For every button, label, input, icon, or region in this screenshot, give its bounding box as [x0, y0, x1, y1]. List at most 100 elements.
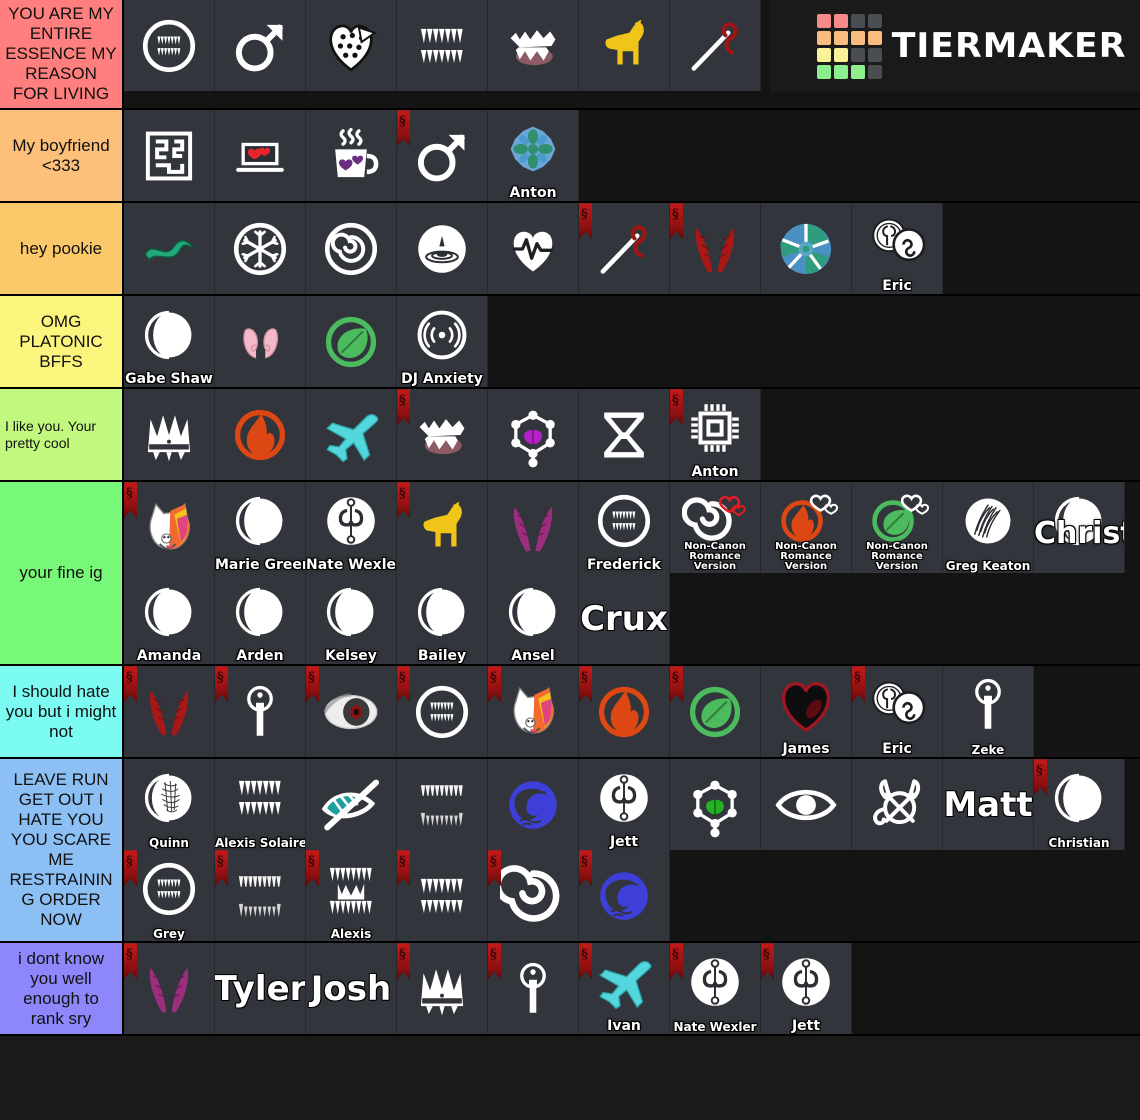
tier-item[interactable]	[124, 389, 215, 481]
tier-item[interactable]: Grey	[124, 850, 215, 942]
tier-item[interactable]: Eric	[852, 666, 943, 758]
tier-item[interactable]	[579, 389, 670, 481]
tier-item[interactable]: DJ Anxiety	[397, 296, 488, 388]
tier-item[interactable]: Bailey	[397, 573, 488, 665]
tier-item[interactable]: Alexis	[306, 850, 397, 942]
tier-list: YOU ARE MY ENTIRE ESSENCE MY REASON FOR …	[0, 0, 1140, 1037]
tier-item[interactable]: Ivan	[579, 943, 670, 1035]
tier-item[interactable]	[306, 296, 397, 388]
tier-item[interactable]	[124, 943, 215, 1035]
tier-item[interactable]	[397, 666, 488, 758]
maze-icon	[124, 110, 214, 201]
tier-item[interactable]: Nate Wexler	[670, 943, 761, 1035]
tier-item[interactable]	[215, 203, 306, 295]
tier-item[interactable]	[488, 389, 579, 481]
eye-icon	[761, 759, 851, 850]
tier-item[interactable]	[124, 110, 215, 202]
tier-item[interactable]	[579, 666, 670, 758]
tier-item[interactable]	[852, 759, 943, 851]
tier-item[interactable]: Non-Canon Romance Version	[852, 482, 943, 574]
tier-item[interactable]	[215, 110, 306, 202]
tier-label[interactable]: hey pookie	[0, 203, 124, 295]
tier-item[interactable]: Christian	[1034, 759, 1125, 851]
tier-item[interactable]: Eric	[852, 203, 943, 295]
tier-item[interactable]	[579, 203, 670, 295]
tier-item[interactable]	[306, 203, 397, 295]
tier-item[interactable]	[397, 0, 488, 91]
tier-item[interactable]	[124, 482, 215, 574]
tier-label[interactable]: OMG PLATONIC BFFS	[0, 296, 124, 388]
tier-item[interactable]: Quinn	[124, 759, 215, 851]
tier-item[interactable]	[397, 850, 488, 942]
tier-item[interactable]: Nate Wexler	[306, 482, 397, 574]
tier-item[interactable]	[306, 759, 397, 851]
tier-item[interactable]	[397, 110, 488, 202]
tier-item[interactable]	[124, 666, 215, 758]
tier-item[interactable]	[397, 389, 488, 481]
tier-item[interactable]	[306, 389, 397, 481]
tier-item[interactable]	[761, 759, 852, 851]
tier-item[interactable]: Kelsey	[306, 573, 397, 665]
tier-item[interactable]: Zeke	[943, 666, 1034, 758]
tier-item[interactable]	[579, 850, 670, 942]
tier-item[interactable]	[488, 482, 579, 574]
tier-item[interactable]	[397, 943, 488, 1035]
tier-item[interactable]	[488, 850, 579, 942]
tier-item[interactable]: Jett	[579, 759, 670, 851]
tier-label[interactable]: i dont know you well enough to rank sry	[0, 943, 124, 1035]
tier-item[interactable]: Alexis Solaire	[215, 759, 306, 851]
tier-item[interactable]	[670, 759, 761, 851]
tier-label[interactable]: I should hate you but i might not	[0, 666, 124, 758]
tier-item[interactable]: Anton	[488, 110, 579, 202]
tier-item[interactable]	[397, 759, 488, 851]
tier-item[interactable]	[306, 666, 397, 758]
tier-label[interactable]: I like you. Your pretty cool	[0, 389, 124, 481]
tier-item[interactable]	[306, 110, 397, 202]
tier-item[interactable]: Greg Keaton	[943, 482, 1034, 574]
tier-item[interactable]	[306, 0, 397, 91]
tier-item[interactable]: Frederick	[579, 482, 670, 574]
tier-item[interactable]	[488, 666, 579, 758]
tier-item[interactable]: Non-Canon Romance Version	[761, 482, 852, 574]
tier-item[interactable]: Anton	[670, 389, 761, 481]
tier-item[interactable]	[670, 203, 761, 295]
tier-item[interactable]	[579, 0, 670, 91]
tier-item-caption: Ivan	[607, 1017, 641, 1034]
tier-label[interactable]: My boyfriend <333	[0, 110, 124, 202]
tier-item[interactable]: Matt	[943, 759, 1034, 851]
tier-item[interactable]: Christian	[1034, 482, 1125, 574]
tier-item[interactable]	[397, 482, 488, 574]
cyan-airplane-icon	[306, 389, 396, 480]
tier-item[interactable]	[215, 850, 306, 942]
tier-item[interactable]	[215, 296, 306, 388]
tier-item[interactable]	[488, 943, 579, 1035]
tier-item[interactable]	[670, 0, 761, 91]
tier-item[interactable]: Amanda	[124, 573, 215, 665]
tier-label[interactable]: LEAVE RUN GET OUT I HATE YOU YOU SCARE M…	[0, 759, 124, 942]
tier-item[interactable]	[670, 666, 761, 758]
tier-item[interactable]	[488, 0, 579, 91]
tier-item[interactable]: Arden	[215, 573, 306, 665]
tier-item[interactable]: Jett	[761, 943, 852, 1035]
tier-item[interactable]	[215, 0, 306, 91]
tier-label[interactable]: YOU ARE MY ENTIRE ESSENCE MY REASON FOR …	[0, 0, 124, 109]
tier-item[interactable]: James	[761, 666, 852, 758]
tier-item[interactable]: Gabe Shaw	[124, 296, 215, 388]
tier-item[interactable]: Crux	[579, 573, 670, 665]
tier-item[interactable]: Tyler	[215, 943, 306, 1035]
tier-item[interactable]: Non-Canon Romance Version	[670, 482, 761, 574]
tier-label[interactable]: your fine ig	[0, 482, 124, 665]
tier-item[interactable]	[397, 203, 488, 295]
tier-item[interactable]	[124, 0, 215, 91]
tier-item[interactable]: Marie Greer	[215, 482, 306, 574]
tier-item[interactable]	[215, 666, 306, 758]
tier-item[interactable]	[488, 759, 579, 851]
tier-item[interactable]: Josh	[306, 943, 397, 1035]
green-leaf-circle-icon	[670, 666, 760, 757]
tier-item[interactable]	[215, 389, 306, 481]
tiermaker-page: TIERMAKER YOU ARE MY ENTIRE ESSENCE MY R…	[0, 0, 1140, 1120]
tier-item[interactable]	[488, 203, 579, 295]
tier-item[interactable]: Ansel	[488, 573, 579, 665]
tier-item[interactable]	[124, 203, 215, 295]
tier-item[interactable]	[761, 203, 852, 295]
